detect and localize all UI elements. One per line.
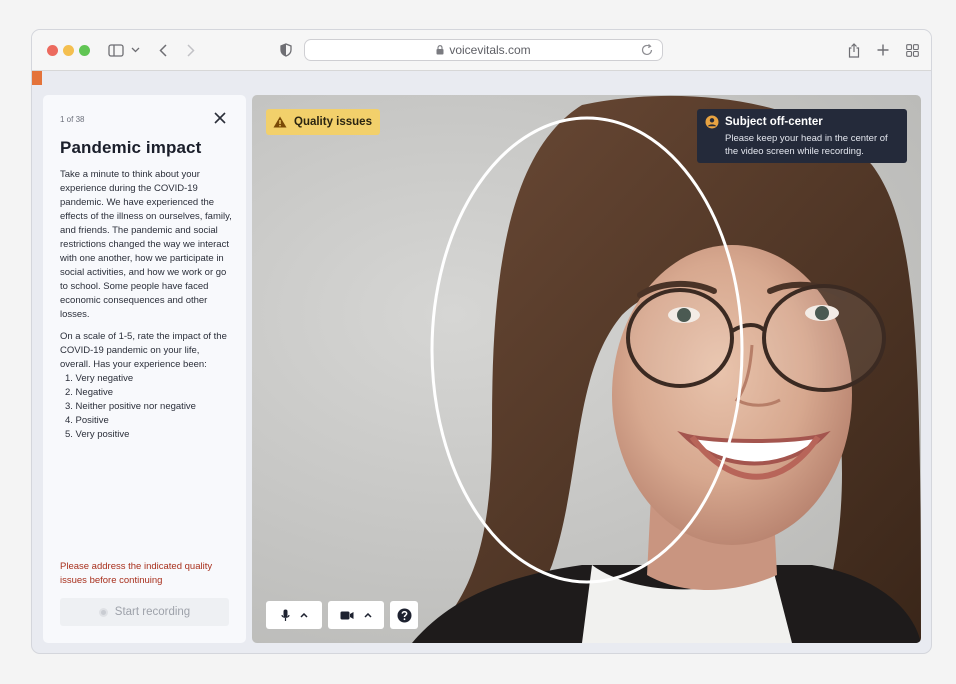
maximize-window-button[interactable] — [79, 45, 90, 56]
share-icon[interactable] — [846, 40, 862, 60]
list-item: 3. Neither positive nor negative — [65, 401, 196, 412]
back-arrow-icon[interactable] — [156, 40, 170, 60]
lock-icon — [436, 45, 444, 55]
microphone-icon — [280, 609, 290, 621]
reload-icon[interactable] — [640, 43, 654, 57]
quality-issues-badge[interactable]: Quality issues — [266, 109, 380, 135]
video-preview: Quality issues Subject off-center Please… — [252, 95, 921, 643]
close-icon[interactable] — [213, 111, 227, 125]
prompt-paragraph: Take a minute to think about your experi… — [60, 169, 232, 320]
camera-control-button[interactable] — [328, 601, 384, 629]
chevron-down-icon[interactable] — [130, 40, 140, 60]
list-item: 5. Very positive — [65, 429, 130, 440]
prompt-body: Take a minute to think about your experi… — [60, 168, 232, 442]
chevron-up-icon[interactable] — [364, 612, 372, 618]
browser-window: voicevitals.com 1 of 38 Pandemic impact … — [31, 29, 932, 654]
quality-issues-label: Quality issues — [294, 116, 372, 128]
new-tab-plus-icon[interactable] — [875, 40, 891, 60]
video-camera-icon — [340, 611, 354, 619]
quality-tooltip: Subject off-center Please keep your head… — [697, 109, 907, 163]
camera-feed-image — [412, 95, 921, 643]
help-question-icon — [397, 608, 411, 622]
prompt-counter: 1 of 38 — [60, 115, 85, 124]
user-warning-icon — [705, 115, 719, 129]
tooltip-title: Subject off-center — [725, 116, 823, 128]
prompt-panel: 1 of 38 Pandemic impact Take a minute to… — [43, 95, 246, 643]
warning-triangle-icon — [273, 116, 287, 128]
microphone-control-button[interactable] — [266, 601, 322, 629]
page-title: Pandemic impact — [60, 138, 202, 157]
chevron-up-icon[interactable] — [299, 612, 308, 618]
minimize-window-button[interactable] — [63, 45, 74, 56]
help-button[interactable] — [390, 601, 418, 629]
sidebar-toggle-icon[interactable] — [108, 40, 124, 60]
list-item: 2. Negative — [65, 387, 114, 398]
start-recording-button[interactable]: Start recording — [60, 598, 229, 626]
privacy-shield-icon[interactable] — [278, 40, 294, 60]
rating-options: 1. Very negative 2. Negative 3. Neither … — [60, 372, 232, 442]
tab-overview-icon[interactable] — [904, 40, 920, 60]
list-item: 1. Very negative — [65, 373, 134, 384]
progress-indicator — [32, 71, 42, 85]
record-dot-icon — [98, 607, 108, 617]
forward-arrow-icon[interactable] — [184, 40, 198, 60]
url-text: voicevitals.com — [449, 43, 531, 57]
tooltip-description: Please keep your head in the center of t… — [725, 133, 888, 157]
quality-warning-message: Please address the indicated quality iss… — [60, 561, 213, 586]
close-window-button[interactable] — [47, 45, 58, 56]
browser-toolbar: voicevitals.com — [32, 30, 931, 71]
address-bar[interactable]: voicevitals.com — [304, 39, 663, 61]
start-recording-label: Start recording — [114, 606, 191, 618]
prompt-question: On a scale of 1-5, rate the impact of th… — [60, 331, 227, 370]
list-item: 4. Positive — [65, 415, 109, 426]
